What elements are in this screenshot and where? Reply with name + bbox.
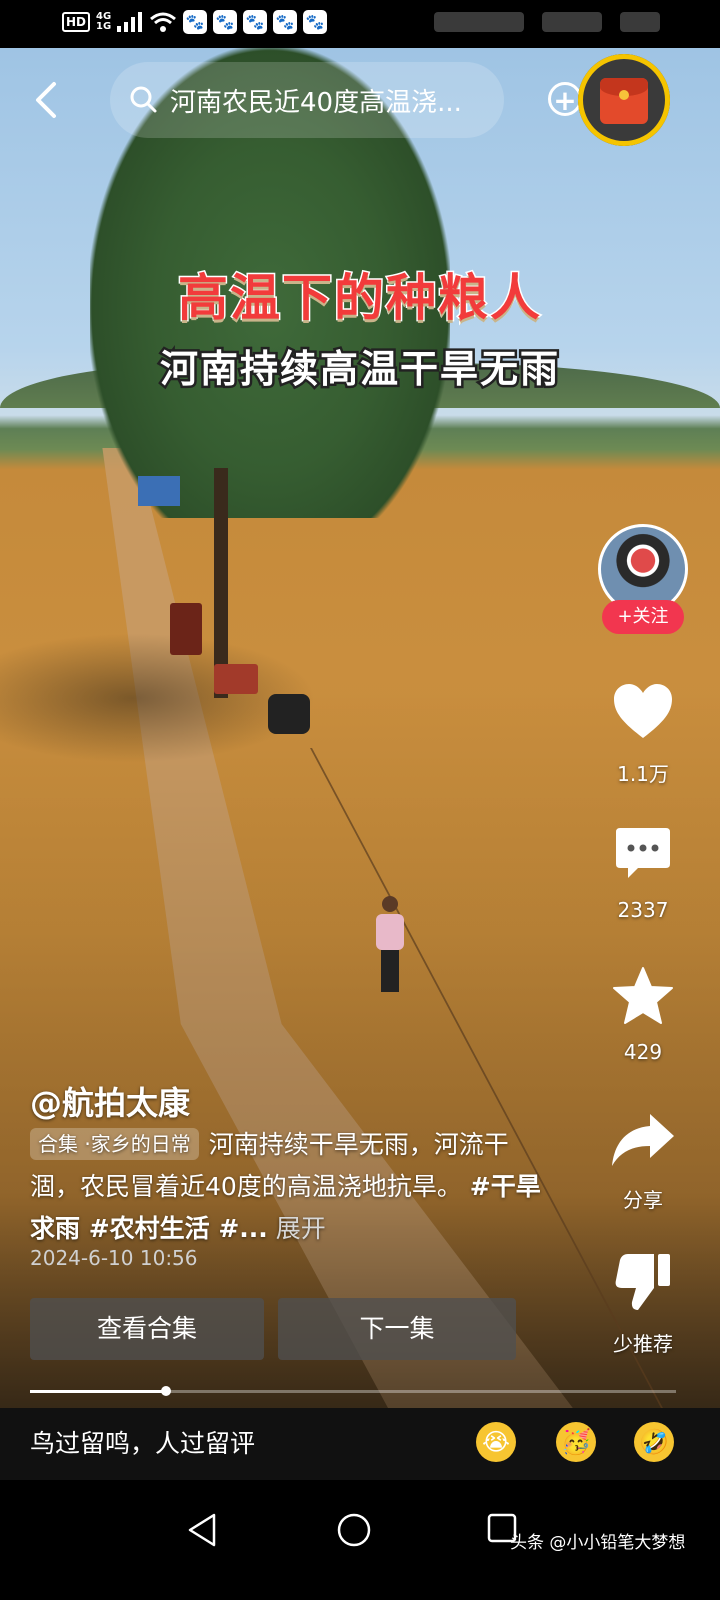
watermark: 头条 @小小铅笔大梦想 xyxy=(510,1533,686,1553)
tricycle xyxy=(170,603,202,655)
dislike-label: 少推荐 xyxy=(613,1332,673,1356)
author-name[interactable]: @航拍太康 xyxy=(30,1078,190,1124)
status-bar: HD 4G 1G 🐾 🐾 🐾 🐾 🐾 xyxy=(0,0,720,48)
laughing-emoji-icon[interactable]: 🤣 xyxy=(634,1422,674,1462)
status-right-blurred xyxy=(434,12,660,32)
share-label: 分享 xyxy=(623,1188,663,1212)
post-date: 2024-6-10 10:56 xyxy=(30,1246,198,1270)
nav-home-icon[interactable] xyxy=(336,1512,372,1548)
red-envelope-icon xyxy=(600,78,648,124)
walking-farmer xyxy=(375,896,405,1001)
next-episode-button[interactable]: 下一集 xyxy=(278,1298,516,1360)
crying-emoji-icon[interactable]: 😭 xyxy=(476,1422,516,1462)
paw-icon: 🐾 xyxy=(303,10,328,34)
blurred-block xyxy=(620,12,660,32)
signal-icon xyxy=(117,12,143,32)
video-title: 高温下的种粮人 xyxy=(177,268,542,329)
hd-icon: HD xyxy=(62,12,91,32)
red-packet-button[interactable] xyxy=(578,54,670,146)
star-icon[interactable] xyxy=(612,966,674,1026)
video-progress-knob[interactable] xyxy=(160,1386,171,1396)
share-icon[interactable] xyxy=(610,1112,676,1168)
video-progress-fill xyxy=(30,1390,166,1393)
plus-circle-icon[interactable]: + xyxy=(548,82,582,117)
paw-icon: 🐾 xyxy=(213,10,238,34)
expand-link[interactable]: 展开 xyxy=(276,1214,326,1243)
wifi-icon xyxy=(150,12,177,32)
blurred-block xyxy=(542,12,602,32)
scooter xyxy=(268,694,310,734)
search-query[interactable]: 河南农民近40度高温浇... xyxy=(170,82,490,119)
comment-icon[interactable] xyxy=(614,826,672,880)
comment-count: 2337 xyxy=(617,898,669,922)
collection-tag[interactable]: 合集 ·家乡的日常 xyxy=(30,1128,199,1160)
paw-icon: 🐾 xyxy=(243,10,268,34)
chevron-left-icon xyxy=(36,82,56,118)
network-type-icon: 4G 1G xyxy=(96,12,111,32)
red-cart xyxy=(214,664,258,694)
paw-icon: 🐾 xyxy=(183,10,208,34)
paw-icon: 🐾 xyxy=(273,10,298,34)
video-subtitle: 河南持续高温干旱无雨 xyxy=(157,345,560,394)
like-count: 1.1万 xyxy=(617,762,669,786)
back-button[interactable] xyxy=(28,76,72,124)
network-sub-label: 1G xyxy=(96,21,112,32)
post-description: 合集 ·家乡的日常 河南持续干旱无雨，河流干涸，农民冒着近40度的高温浇地抗旱。 … xyxy=(30,1124,550,1250)
follow-button[interactable]: +关注 xyxy=(602,600,684,634)
thumbs-down-icon[interactable] xyxy=(614,1252,672,1312)
party-emoji-icon[interactable]: 🥳 xyxy=(556,1422,596,1462)
view-collection-button[interactable]: 查看合集 xyxy=(30,1298,264,1360)
blurred-block xyxy=(434,12,524,32)
search-icon xyxy=(130,86,157,113)
comment-input[interactable]: 鸟过留鸣，人过留评 xyxy=(30,1424,255,1460)
blue-shed xyxy=(138,476,180,506)
favorite-count: 429 xyxy=(623,1040,663,1064)
nav-back-icon[interactable] xyxy=(186,1512,218,1548)
heart-icon[interactable] xyxy=(612,682,674,740)
